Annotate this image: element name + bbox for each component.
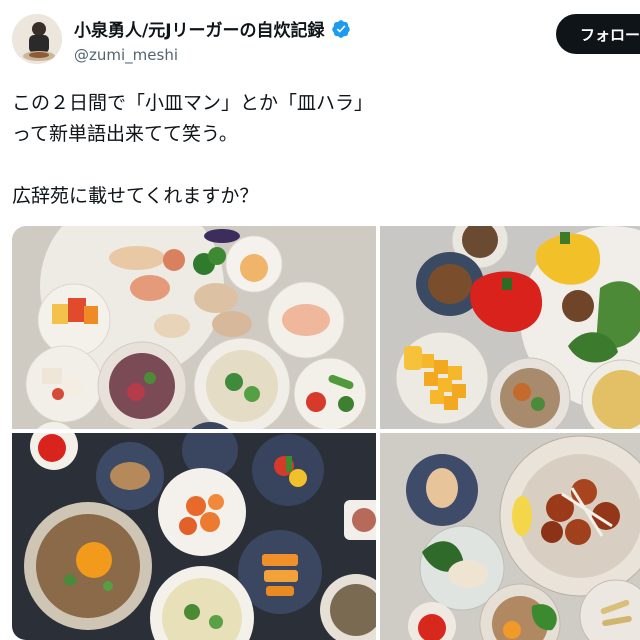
author-name-row: 小泉勇人/元Jリーガーの自炊記録: [74, 16, 351, 41]
author-name[interactable]: 小泉勇人/元Jリーガーの自炊記録: [74, 16, 325, 41]
avatar-photo: [12, 14, 62, 64]
photo-top-left[interactable]: [12, 226, 376, 435]
photo-bottom-left[interactable]: [12, 422, 392, 640]
grid-gutter-horizontal: [12, 429, 640, 433]
tweet-line-1: この２日間で「小皿マン」とか「皿ハラ」: [12, 92, 374, 114]
tweet-text: この２日間で「小皿マン」とか「皿ハラ」 って新単語出来てて笑う。 広辞苑に載せて…: [12, 88, 622, 212]
author-handle[interactable]: @zumi_meshi: [74, 46, 178, 64]
photo-top-right[interactable]: [380, 226, 640, 441]
author-avatar[interactable]: [12, 14, 62, 64]
tweet-line-3: 広辞苑に載せてくれますか？: [12, 185, 259, 207]
verified-badge-icon: [331, 19, 350, 38]
tweet-media-grid[interactable]: [12, 226, 640, 640]
tweet-line-2: って新単語出来てて笑う。: [12, 123, 238, 145]
photo-bottom-right[interactable]: [380, 433, 640, 640]
follow-button[interactable]: フォロー: [556, 14, 640, 54]
